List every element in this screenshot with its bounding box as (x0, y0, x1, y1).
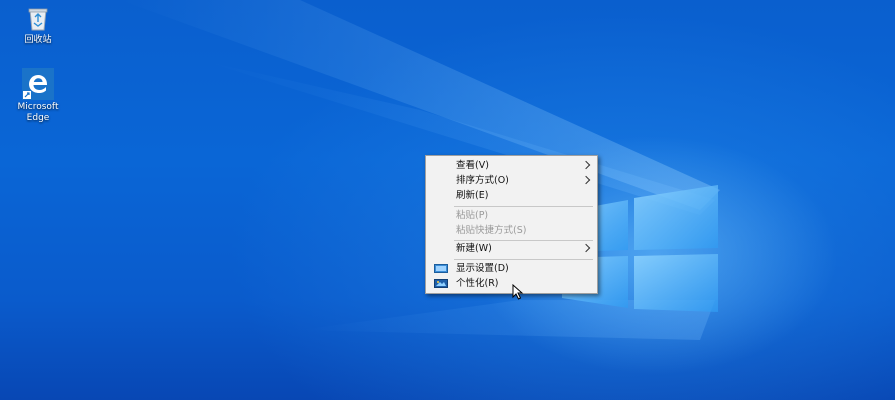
menu-item-paste: 粘贴(P) (426, 208, 597, 223)
menu-item-label: 粘贴(P) (456, 210, 489, 221)
desktop-icon-label: Microsoft Edge (17, 102, 59, 123)
display-settings-icon (434, 264, 448, 273)
menu-item-refresh[interactable]: 刷新(E) (426, 188, 597, 203)
desktop-icon-recycle-bin[interactable]: 回收站 (6, 3, 70, 46)
menu-item-label: 查看(V) (456, 160, 489, 171)
menu-separator (454, 259, 593, 260)
menu-item-sort-by[interactable]: 排序方式(O) (426, 173, 597, 188)
menu-item-view[interactable]: 查看(V) (426, 158, 597, 173)
chevron-right-icon (581, 160, 591, 170)
menu-item-new[interactable]: 新建(W) (426, 241, 597, 256)
menu-item-label: 刷新(E) (456, 190, 489, 201)
menu-item-display-settings[interactable]: 显示设置(D) (426, 261, 597, 276)
desktop[interactable]: 回收站 Microsoft Edge 查看(V) 排序方式(O) 刷新(E) 粘… (0, 0, 895, 400)
menu-separator (454, 206, 593, 207)
menu-item-label: 新建(W) (456, 243, 492, 254)
menu-item-label: 粘贴快捷方式(S) (456, 225, 527, 236)
menu-item-paste-shortcut: 粘贴快捷方式(S) (426, 223, 597, 238)
personalize-icon (434, 279, 448, 288)
chevron-right-icon (581, 243, 591, 253)
menu-item-label: 显示设置(D) (456, 263, 509, 274)
desktop-icon-label: 回收站 (24, 35, 52, 45)
menu-item-label: 排序方式(O) (456, 175, 509, 186)
desktop-context-menu: 查看(V) 排序方式(O) 刷新(E) 粘贴(P) 粘贴快捷方式(S) 新建(W… (425, 155, 598, 294)
menu-item-label: 个性化(R) (456, 278, 499, 289)
desktop-icon-edge[interactable]: Microsoft Edge (6, 68, 70, 124)
recycle-bin-icon (28, 8, 48, 31)
edge-icon (22, 68, 54, 100)
mouse-pointer-icon (512, 284, 524, 300)
chevron-right-icon (581, 175, 591, 185)
